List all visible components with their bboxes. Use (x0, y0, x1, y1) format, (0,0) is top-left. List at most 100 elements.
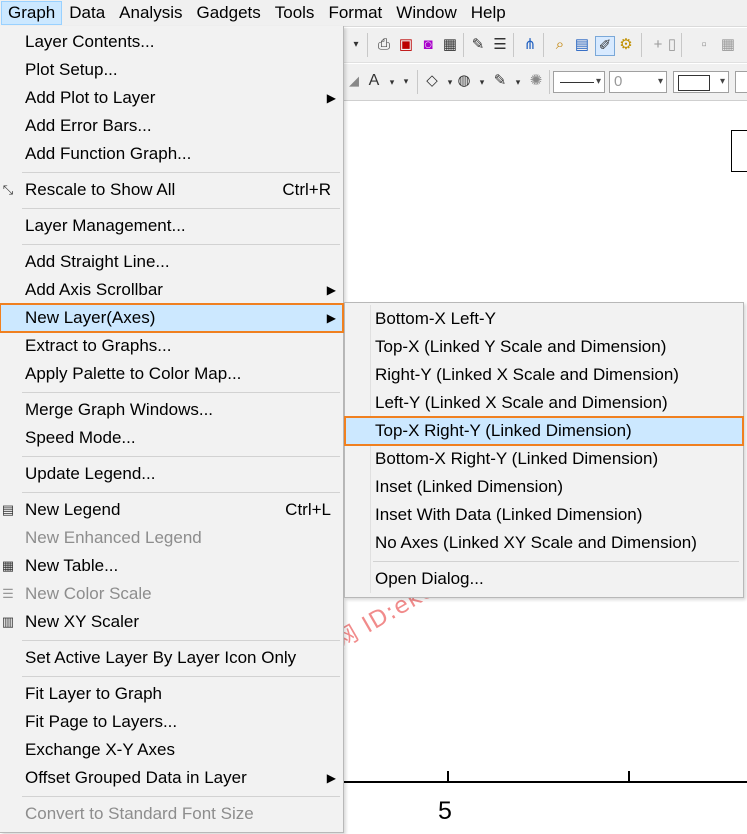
menu-item-merge-graph-windows[interactable]: Merge Graph Windows... (0, 396, 343, 424)
menu-item-update-legend[interactable]: Update Legend... (0, 460, 343, 488)
new-layer-submenu: Bottom-X Left-Y Top-X (Linked Y Scale an… (344, 302, 744, 598)
line-width-value: 0 (614, 73, 623, 90)
menu-item-fit-page-to-layers[interactable]: Fit Page to Layers... (0, 708, 343, 736)
edit-icon[interactable]: ✎ (469, 36, 487, 54)
submenu-arrow-icon: ▶ (326, 283, 336, 297)
menu-item-fit-layer-to-graph[interactable]: Fit Layer to Graph (0, 680, 343, 708)
dropdown-arrow-icon[interactable]: ▾ (397, 72, 415, 90)
layers-icon[interactable]: ☰ (491, 36, 509, 54)
menu-window[interactable]: Window (389, 1, 463, 25)
standard-toolbar: ▾ ⎙ ▣ ◙ ▦ ✎ ☰ ⋔ ⌕ ▤ ✐ ⚙ + ▯ ▫ ▦ (343, 28, 747, 63)
gear-icon[interactable]: ⚙ (617, 36, 635, 54)
menu-item-rescale-to-show-all[interactable]: ⤡ Rescale to Show All Ctrl+R (0, 176, 343, 204)
layer-icon[interactable]: ▯ (663, 36, 681, 54)
rescale-icon: ⤡ (2, 182, 14, 197)
menu-item-new-enhanced-legend: New Enhanced Legend (25, 528, 202, 547)
table-icon: ▦ (1, 558, 15, 573)
line-color-icon[interactable]: ✎ (491, 72, 509, 90)
menu-item-add-error-bars[interactable]: Add Error Bars... (0, 112, 343, 140)
toolbar-separator (543, 33, 544, 57)
menu-data[interactable]: Data (62, 1, 112, 25)
menu-separator (22, 172, 340, 173)
line-width-select[interactable]: 0 ▾ (609, 71, 667, 93)
menu-item-add-straight-line[interactable]: Add Straight Line... (0, 248, 343, 276)
submenu-item-left-y[interactable]: Left-Y (Linked X Scale and Dimension) (345, 389, 743, 417)
symbol-icon[interactable]: ✺ (527, 72, 545, 90)
submenu-item-inset[interactable]: Inset (Linked Dimension) (345, 473, 743, 501)
menu-item-convert-font-size: Convert to Standard Font Size (25, 804, 254, 823)
menu-format[interactable]: Format (321, 1, 389, 25)
submenu-item-top-x[interactable]: Top-X (Linked Y Scale and Dimension) (345, 333, 743, 361)
x-axis-tick (628, 771, 630, 781)
line-style-select[interactable]: ▾ (553, 71, 605, 93)
dropdown-arrow-icon[interactable]: ▾ (509, 73, 527, 91)
grid-icon[interactable]: ▦ (719, 36, 737, 54)
notes-icon[interactable]: ▤ (573, 36, 591, 54)
menubar: Graph Data Analysis Gadgets Tools Format… (0, 0, 747, 27)
menu-tools[interactable]: Tools (268, 1, 322, 25)
present-icon[interactable]: ▣ (397, 36, 415, 54)
menu-item-new-color-scale: ☰ New Color Scale (0, 580, 343, 608)
chevron-down-icon: ▾ (657, 76, 663, 87)
menu-item-add-plot-to-layer[interactable]: Add Plot to Layer ▶ (0, 84, 343, 112)
extra-select[interactable] (735, 71, 747, 93)
border-select[interactable]: ▾ (673, 71, 729, 93)
color-scale-icon: ☰ (2, 586, 14, 601)
menu-separator (22, 796, 340, 797)
menu-gadgets[interactable]: Gadgets (189, 1, 267, 25)
menu-item-new-legend[interactable]: ▤ New Legend Ctrl+L (0, 496, 343, 524)
submenu-item-bottom-x-left-y[interactable]: Bottom-X Left-Y (345, 305, 743, 333)
menu-item-set-active-layer[interactable]: Set Active Layer By Layer Icon Only (0, 644, 343, 672)
menu-item-new-layer-axes[interactable]: New Layer(Axes) ▶ (0, 303, 344, 333)
submenu-item-inset-with-data[interactable]: Inset With Data (Linked Dimension) (345, 501, 743, 529)
submenu-item-bottom-x-right-y[interactable]: Bottom-X Right-Y (Linked Dimension) (345, 445, 743, 473)
menu-separator (22, 392, 340, 393)
film-icon[interactable]: ▦ (441, 36, 459, 54)
pattern-icon[interactable]: ◍ (455, 72, 473, 90)
print-icon[interactable]: ⎙ (375, 36, 393, 54)
dropdown-arrow-icon[interactable]: ▾ (473, 73, 491, 91)
menu-item-layer-management[interactable]: Layer Management... (0, 212, 343, 240)
menu-item-layer-contents[interactable]: Layer Contents... (0, 28, 343, 56)
menu-separator (22, 456, 340, 457)
menu-item-new-table[interactable]: ▦ New Table... (0, 552, 343, 580)
submenu-arrow-icon: ▶ (326, 771, 336, 785)
toolbar-separator (681, 33, 682, 57)
find-icon[interactable]: ⌕ (551, 36, 569, 54)
menu-item-plot-setup[interactable]: Plot Setup... (0, 56, 343, 84)
toolbar-separator (463, 33, 464, 57)
hierarchy-icon[interactable]: ⋔ (521, 36, 539, 54)
menu-graph[interactable]: Graph (1, 1, 63, 25)
xy-scaler-icon: ▥ (1, 614, 15, 629)
format-toolbar: ◢ A ▾ ▾ ◇ ▾ ◍ ▾ ✎ ▾ ✺ ▾ 0 ▾ ▾ (343, 64, 747, 101)
menu-item-offset-grouped-data[interactable]: Offset Grouped Data in Layer ▶ (0, 764, 343, 792)
code-icon[interactable]: ✐ (595, 36, 615, 56)
menu-item-apply-palette[interactable]: Apply Palette to Color Map... (0, 360, 343, 388)
menu-item-exchange-xy-axes[interactable]: Exchange X-Y Axes (0, 736, 343, 764)
menu-item-add-function-graph[interactable]: Add Function Graph... (0, 140, 343, 168)
menu-separator (22, 492, 340, 493)
menu-analysis[interactable]: Analysis (112, 1, 189, 25)
legend-box[interactable] (731, 130, 747, 172)
x-tick-label: 5 (438, 797, 452, 825)
submenu-item-open-dialog[interactable]: Open Dialog... (345, 565, 743, 593)
legend-icon: ▤ (1, 502, 15, 517)
submenu-item-right-y[interactable]: Right-Y (Linked X Scale and Dimension) (345, 361, 743, 389)
menu-item-add-axis-scrollbar[interactable]: Add Axis Scrollbar ▶ (0, 276, 343, 304)
menu-item-speed-mode[interactable]: Speed Mode... (0, 424, 343, 452)
fill-color-icon[interactable]: ◇ (423, 72, 441, 90)
submenu-item-top-x-right-y[interactable]: Top-X Right-Y (Linked Dimension) (344, 416, 744, 446)
graph-menu: Layer Contents... Plot Setup... Add Plot… (0, 26, 344, 833)
menu-separator (22, 244, 340, 245)
font-color-icon[interactable]: A (365, 72, 383, 90)
submenu-arrow-icon: ▶ (326, 311, 336, 325)
menu-item-extract-to-graphs[interactable]: Extract to Graphs... (0, 332, 343, 360)
menu-help[interactable]: Help (464, 1, 513, 25)
menu-item-new-xy-scaler[interactable]: ▥ New XY Scaler (0, 608, 343, 636)
more-icon[interactable]: ◢ (345, 72, 363, 90)
image-icon[interactable]: ◙ (419, 36, 437, 54)
frame-icon[interactable]: ▫ (695, 36, 713, 54)
line-style-preview (560, 82, 594, 83)
dropdown-arrow-icon[interactable]: ▾ (347, 36, 365, 54)
submenu-item-no-axes[interactable]: No Axes (Linked XY Scale and Dimension) (345, 529, 743, 557)
